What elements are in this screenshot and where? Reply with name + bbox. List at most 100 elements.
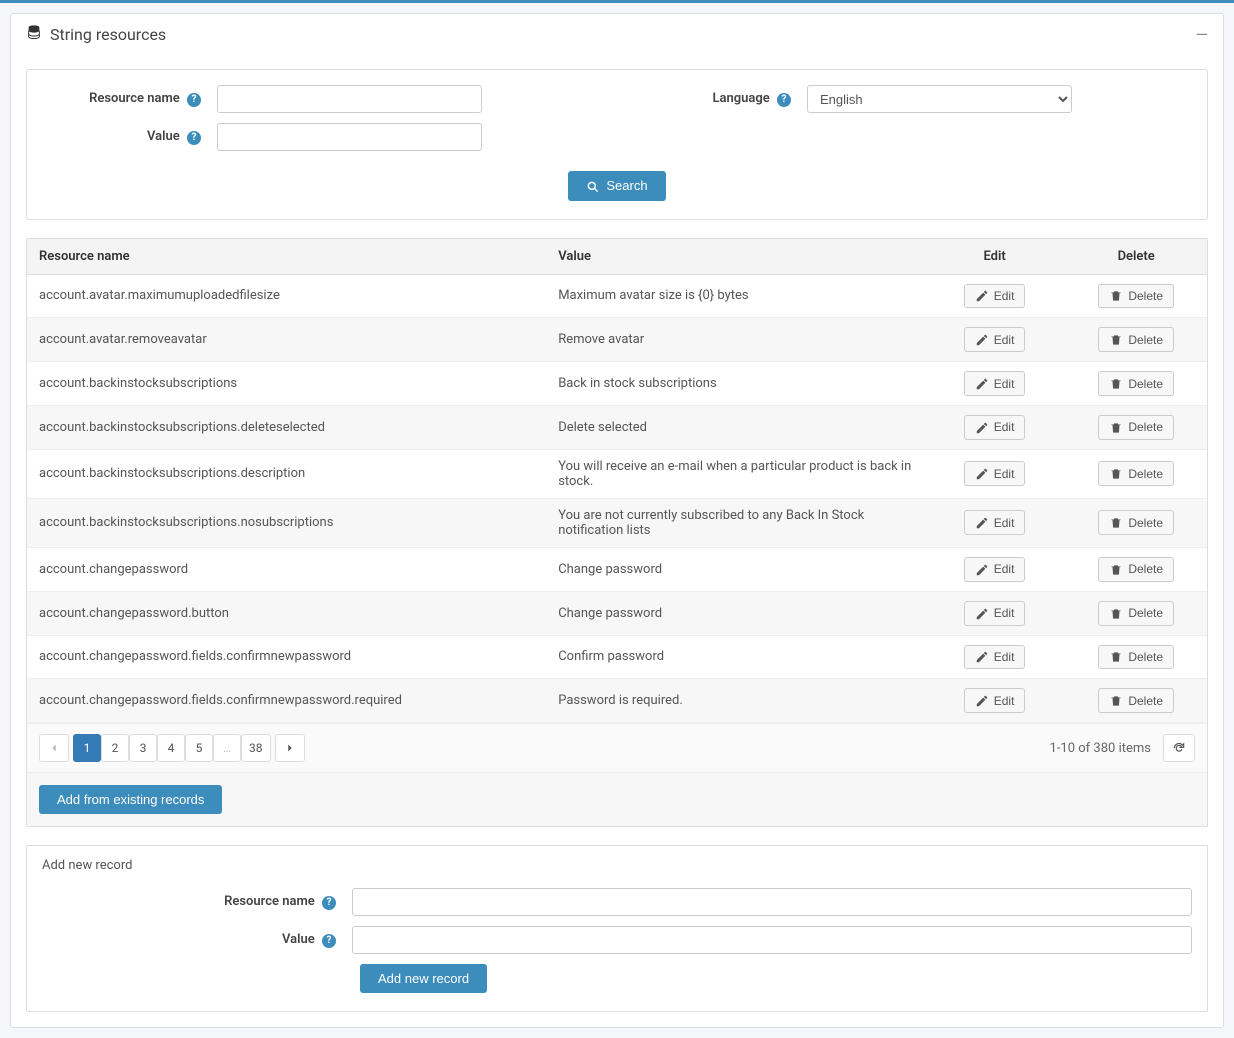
help-icon[interactable]: ? [187,131,201,145]
add-new-record-button[interactable]: Add new record [360,964,487,993]
edit-button[interactable]: Edit [964,557,1026,582]
panel-header: String resources — [11,14,1223,54]
delete-button[interactable]: Delete [1098,415,1174,440]
resource-name-input[interactable] [217,85,482,113]
pencil-icon [975,332,989,347]
pagination: 12345…38 [39,734,305,762]
cell-value: You will receive an e-mail when a partic… [546,449,924,498]
cell-resource-name: account.avatar.maximumuploadedfilesize [27,274,546,318]
edit-button[interactable]: Edit [964,510,1026,535]
cell-resource-name: account.backinstocksubscriptions [27,362,546,406]
delete-button[interactable]: Delete [1098,327,1174,352]
cell-resource-name: account.avatar.removeavatar [27,318,546,362]
delete-button[interactable]: Delete [1098,461,1174,486]
delete-button[interactable]: Delete [1098,371,1174,396]
page-title: String resources [50,25,166,44]
delete-button[interactable]: Delete [1098,510,1174,535]
page-prev[interactable] [39,734,69,762]
cell-value: Confirm password [546,635,924,679]
table-footer: 12345…38 1-10 of 380 items [27,723,1207,772]
delete-button[interactable]: Delete [1098,557,1174,582]
add-value-label: Value ? [42,932,342,948]
cell-resource-name: account.backinstocksubscriptions.descrip… [27,449,546,498]
add-new-heading: Add new record [42,858,1192,873]
trash-icon [1109,515,1123,530]
cell-value: Change password [546,591,924,635]
resource-name-label: Resource name ? [47,91,207,107]
trash-icon [1109,289,1123,304]
trash-icon [1109,332,1123,347]
col-resource-name: Resource name [27,239,546,275]
search-button[interactable]: Search [568,171,665,201]
edit-button[interactable]: Edit [964,327,1026,352]
cell-value: You are not currently subscribed to any … [546,498,924,547]
add-value-input[interactable] [352,926,1192,954]
table-row: account.changepassword.fields.confirmnew… [27,679,1207,723]
page-next[interactable] [275,734,305,762]
help-icon[interactable]: ? [777,93,791,107]
pencil-icon [975,420,989,435]
edit-button[interactable]: Edit [964,415,1026,440]
table-row: account.backinstocksubscriptions.nosubsc… [27,498,1207,547]
col-edit: Edit [924,239,1066,275]
page-number[interactable]: 2 [101,734,129,762]
edit-button[interactable]: Edit [964,688,1026,713]
table-row: account.avatar.removeavatarRemove avatar… [27,318,1207,362]
cell-value: Delete selected [546,406,924,450]
cell-value: Password is required. [546,679,924,723]
panel-title-group: String resources [26,24,166,44]
results-table-panel: Resource name Value Edit Delete account.… [26,238,1208,828]
help-icon[interactable]: ? [322,896,336,910]
cell-resource-name: account.changepassword [27,547,546,591]
cell-value: Back in stock subscriptions [546,362,924,406]
help-icon[interactable]: ? [187,93,201,107]
delete-button[interactable]: Delete [1098,284,1174,309]
page-number[interactable]: 38 [241,734,271,762]
table-row: account.changepassword.fields.confirmnew… [27,635,1207,679]
value-input[interactable] [217,123,482,151]
table-row: account.backinstocksubscriptionsBack in … [27,362,1207,406]
trash-icon [1109,420,1123,435]
database-icon [26,24,42,44]
trash-icon [1109,562,1123,577]
delete-button[interactable]: Delete [1098,601,1174,626]
page-number[interactable]: 1 [73,734,101,762]
edit-button[interactable]: Edit [964,284,1026,309]
edit-button[interactable]: Edit [964,645,1026,670]
search-panel: Resource name ? Value ? [26,69,1208,220]
trash-icon [1109,650,1123,665]
cell-resource-name: account.backinstocksubscriptions.deletes… [27,406,546,450]
language-select[interactable]: English [807,85,1072,113]
search-icon [586,178,600,194]
table-row: account.changepasswordChange passwordEdi… [27,547,1207,591]
edit-button[interactable]: Edit [964,461,1026,486]
edit-button[interactable]: Edit [964,601,1026,626]
pencil-icon [975,466,989,481]
pencil-icon [975,693,989,708]
delete-button[interactable]: Delete [1098,645,1174,670]
pencil-icon [975,515,989,530]
collapse-icon[interactable]: — [1196,25,1209,44]
cell-resource-name: account.changepassword.fields.confirmnew… [27,679,546,723]
cell-resource-name: account.backinstocksubscriptions.nosubsc… [27,498,546,547]
table-header-row: Resource name Value Edit Delete [27,239,1207,275]
add-resource-name-input[interactable] [352,888,1192,916]
table-row: account.avatar.maximumuploadedfilesizeMa… [27,274,1207,318]
table-row: account.changepassword.buttonChange pass… [27,591,1207,635]
page-number[interactable]: 4 [157,734,185,762]
add-new-panel: Add new record Resource name ? Value ? [26,845,1208,1012]
delete-button[interactable]: Delete [1098,688,1174,713]
page-number[interactable]: 5 [185,734,213,762]
help-icon[interactable]: ? [322,934,336,948]
cell-resource-name: account.changepassword.fields.confirmnew… [27,635,546,679]
main-panel: String resources — Resource name ? [10,13,1224,1028]
edit-button[interactable]: Edit [964,371,1026,396]
pencil-icon [975,376,989,391]
table-row: account.backinstocksubscriptions.descrip… [27,449,1207,498]
pencil-icon [975,606,989,621]
refresh-button[interactable] [1163,734,1195,762]
trash-icon [1109,606,1123,621]
page-number[interactable]: 3 [129,734,157,762]
add-resource-name-label: Resource name ? [42,894,342,910]
trash-icon [1109,376,1123,391]
